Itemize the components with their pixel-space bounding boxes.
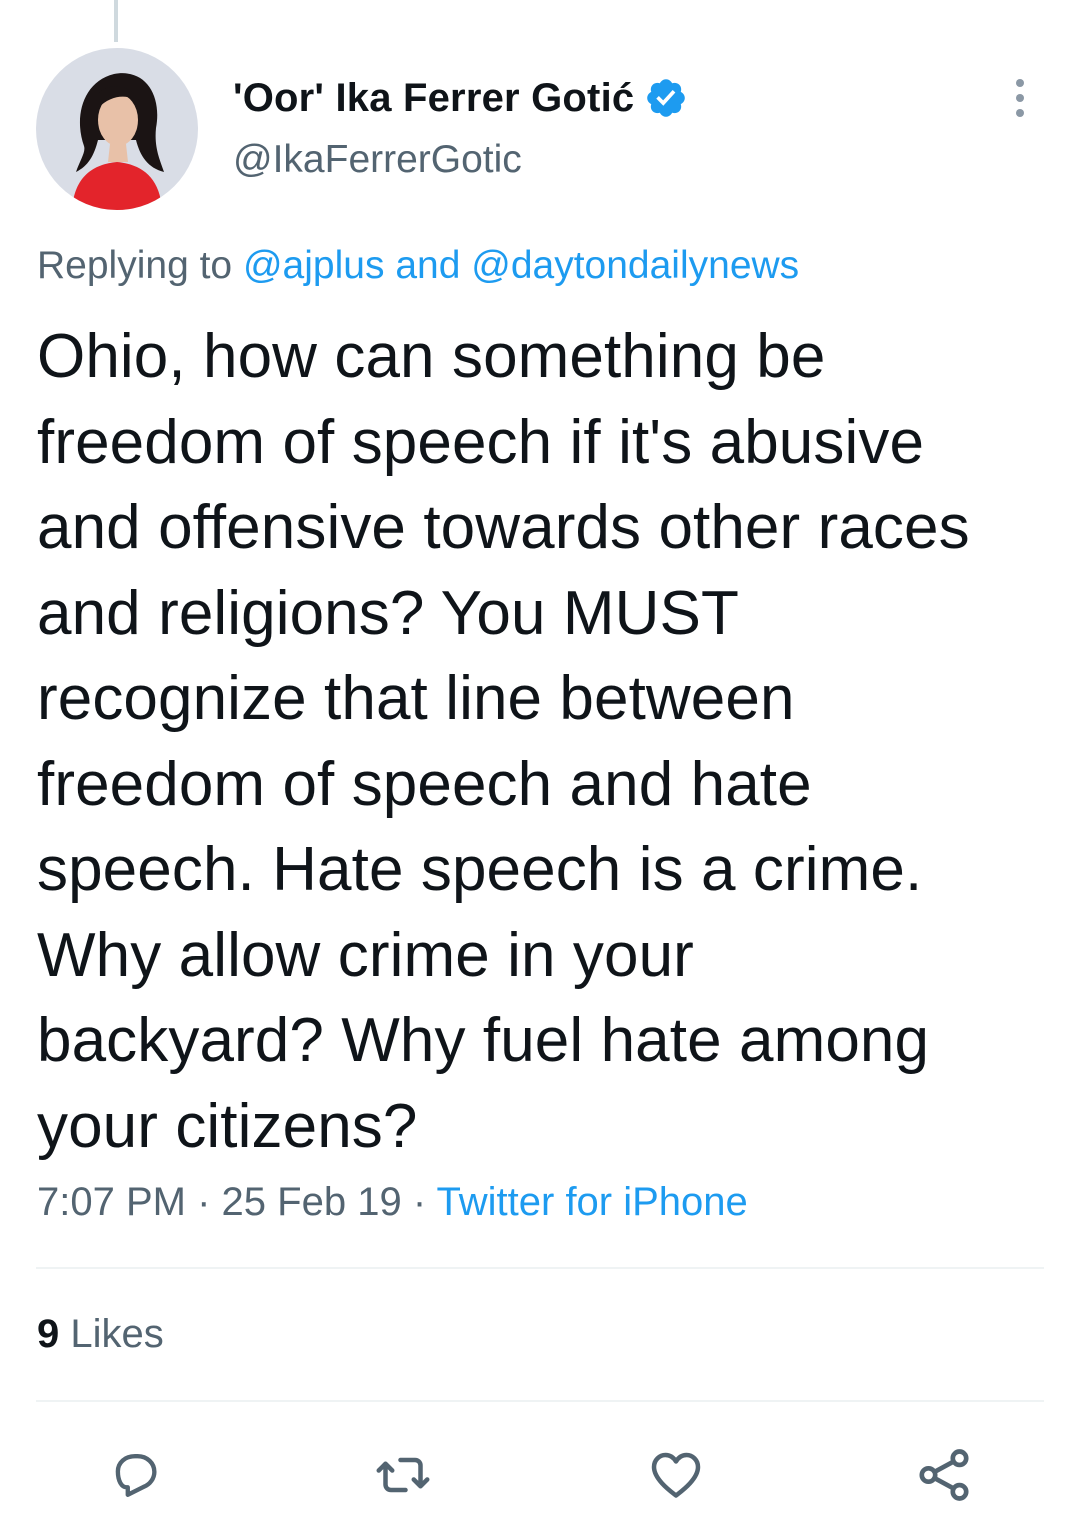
tweet-text-line: freedom of speech and hate xyxy=(37,749,812,819)
tweet-source-link[interactable]: Twitter for iPhone xyxy=(437,1180,748,1224)
mention-link-daytondailynews[interactable]: @daytondailynews xyxy=(471,244,799,287)
tweet-meta: 7:07 PM · 25 Feb 19 · Twitter for iPhone xyxy=(37,1180,748,1225)
tweet-text-line: your citizens? xyxy=(37,1091,418,1161)
tweet-action-bar xyxy=(0,1440,1080,1510)
mention-link-ajplus[interactable]: @ajplus xyxy=(243,244,385,287)
tweet-text-line: recognize that line between xyxy=(37,664,795,733)
tweet-text-line: Why allow crime in your xyxy=(37,920,694,990)
avatar-image xyxy=(36,48,198,210)
retweet-icon xyxy=(376,1457,430,1493)
more-vertical-icon[interactable] xyxy=(1004,76,1036,120)
tweet-text-line: and religions? You MUST xyxy=(37,578,739,648)
mention-conjunction[interactable]: and xyxy=(395,244,460,287)
verified-badge-icon xyxy=(644,76,688,120)
tweet-date[interactable]: 25 Feb 19 xyxy=(222,1180,402,1224)
avatar[interactable] xyxy=(36,48,198,210)
author-name-row: 'Oor' Ika Ferrer Gotić xyxy=(233,72,688,124)
tweet-text-line: backyard? Why fuel hate among xyxy=(37,1006,930,1075)
tweet-text-line: and offensive towards other races xyxy=(37,493,970,562)
retweet-button[interactable] xyxy=(368,1440,438,1510)
tweet-text-line: Ohio, how can something be xyxy=(37,322,826,391)
heart-icon xyxy=(651,1452,701,1498)
author-block: 'Oor' Ika Ferrer Gotić @IkaFerrerGotic xyxy=(233,72,688,182)
author-handle[interactable]: @IkaFerrerGotic xyxy=(233,138,688,182)
reply-button[interactable] xyxy=(101,1440,171,1510)
replying-to-line: Replying to @ajplus and @daytondailynews xyxy=(37,244,799,288)
likes-stat[interactable]: 9 Likes xyxy=(37,1312,164,1357)
author-display-name[interactable]: 'Oor' Ika Ferrer Gotić xyxy=(233,76,634,121)
tweet-text-line: speech. Hate speech is a crime. xyxy=(37,835,923,904)
likes-count: 9 xyxy=(37,1312,60,1356)
thread-connector-line xyxy=(114,0,118,42)
meta-separator: · xyxy=(412,1180,427,1224)
share-icon xyxy=(919,1449,969,1501)
divider xyxy=(36,1400,1044,1402)
tweet-text-line: freedom of speech if it's abusive xyxy=(37,407,925,477)
replying-prefix: Replying to xyxy=(37,244,233,287)
tweet-time[interactable]: 7:07 PM xyxy=(37,1180,186,1224)
reply-icon xyxy=(115,1453,157,1497)
like-button[interactable] xyxy=(641,1440,711,1510)
divider xyxy=(36,1267,1044,1269)
likes-label: Likes xyxy=(70,1312,164,1356)
share-button[interactable] xyxy=(909,1440,979,1510)
meta-separator: · xyxy=(197,1180,211,1224)
tweet-text: Ohio, how can something be freedom of sp… xyxy=(37,314,1067,1169)
